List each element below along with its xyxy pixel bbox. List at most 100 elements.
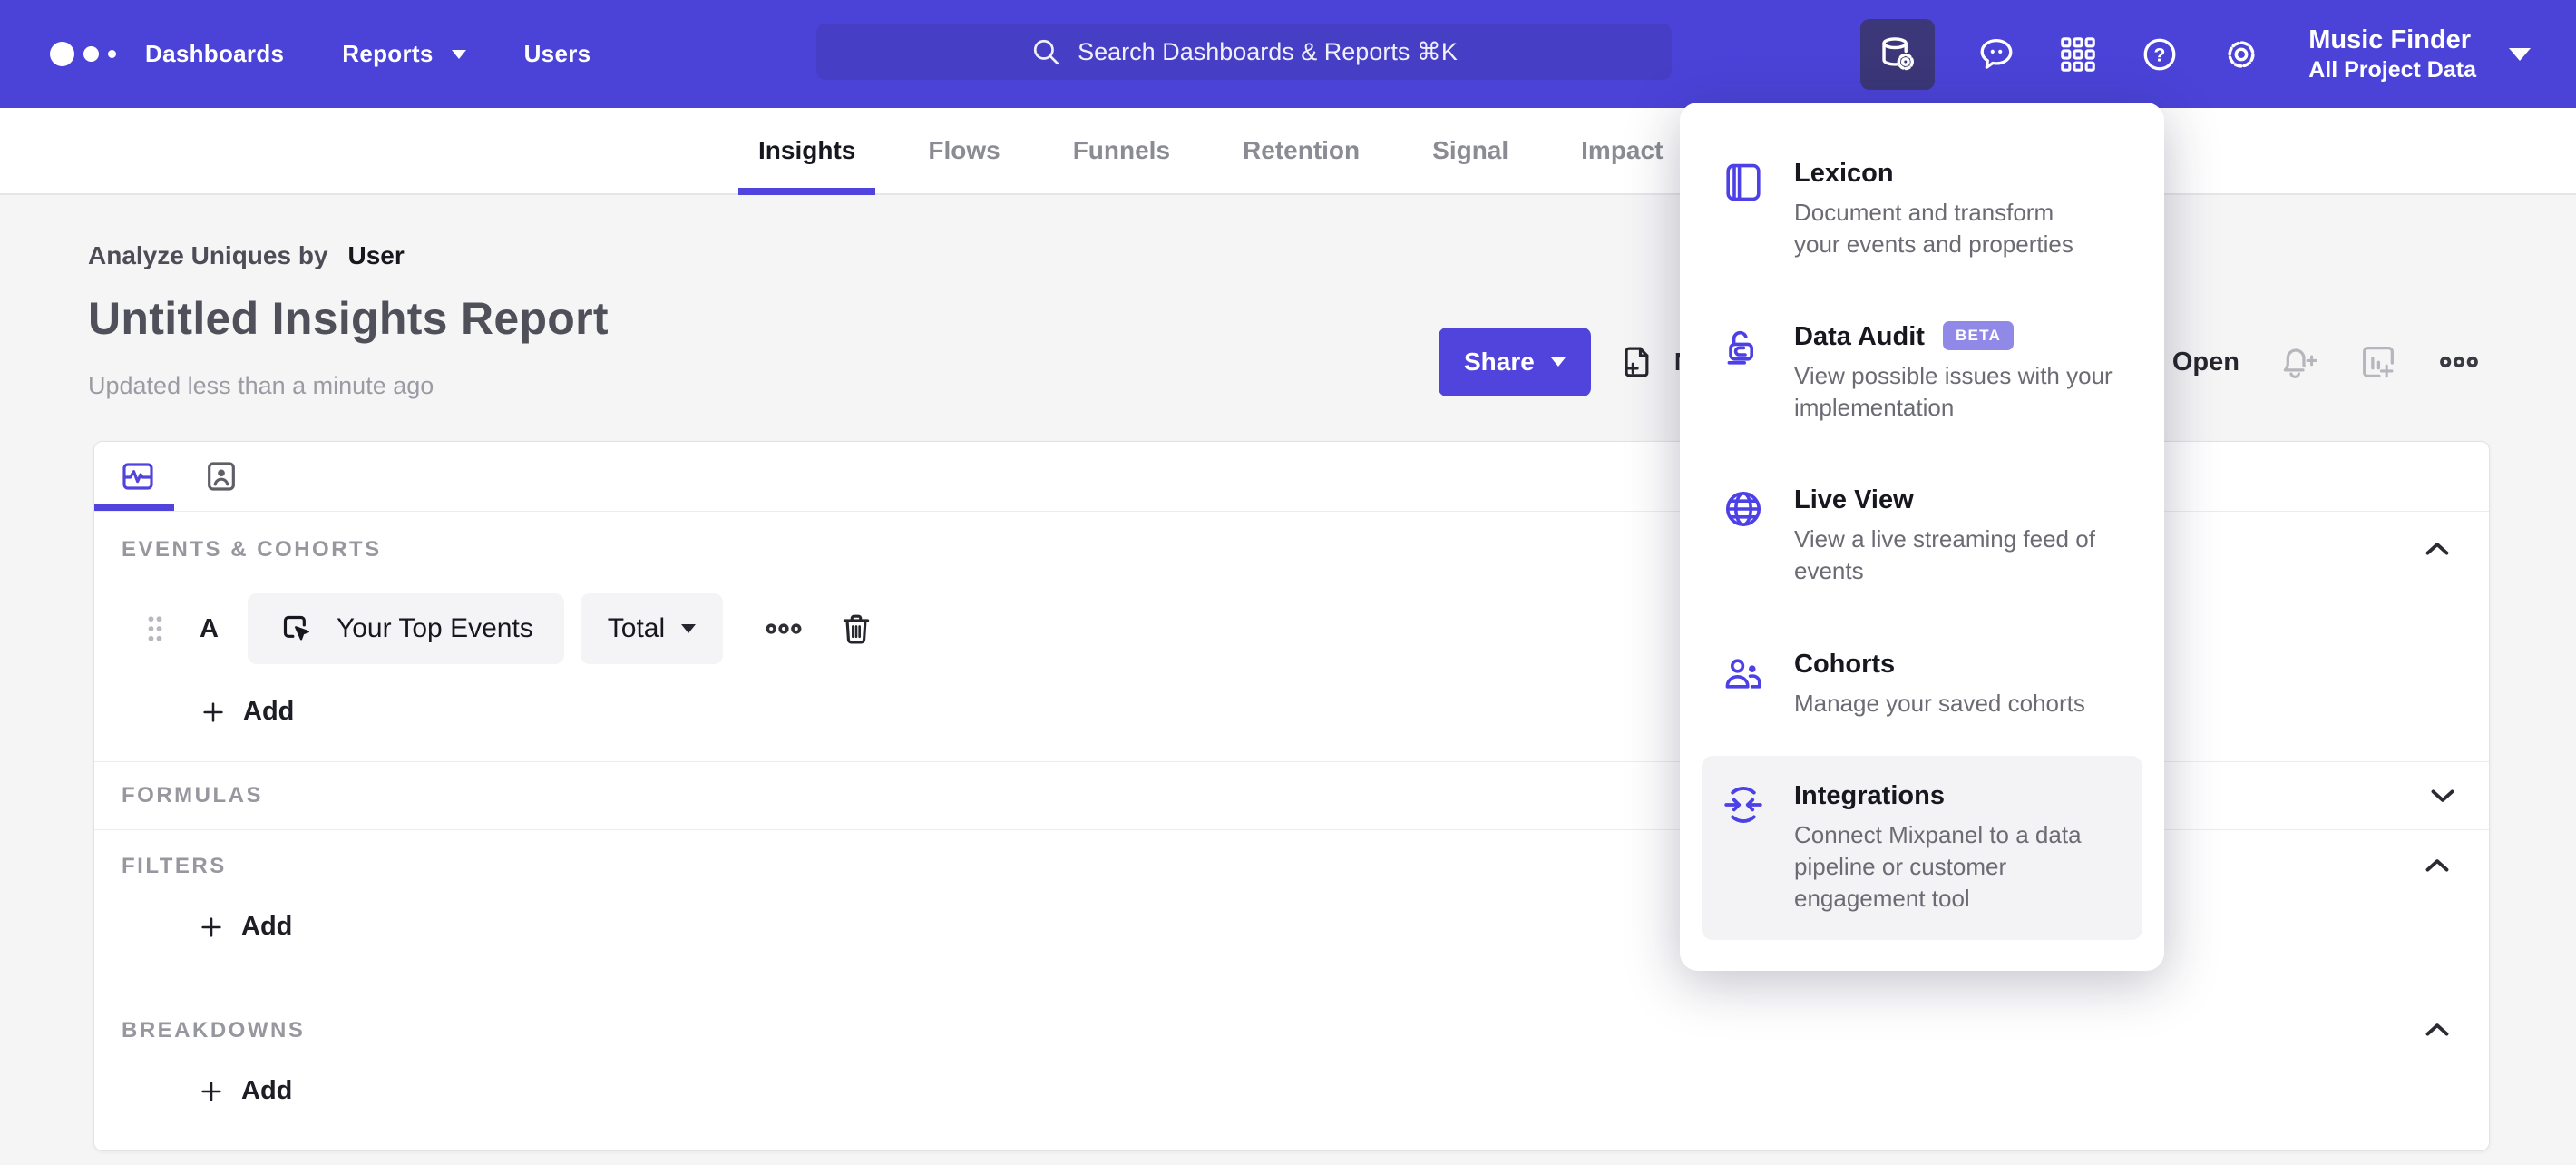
menu-item-lexicon[interactable]: Lexicon Document and transform your even… xyxy=(1702,133,2142,286)
updated-timestamp: Updated less than a minute ago xyxy=(88,372,434,399)
data-audit-lock-icon xyxy=(1722,322,1765,424)
analyze-by-line: Analyze Uniques by User xyxy=(88,241,405,270)
user-profile-icon xyxy=(208,462,235,491)
active-view-underline xyxy=(94,504,174,511)
tab-flows[interactable]: Flows xyxy=(928,108,1000,193)
primary-nav: Dashboards Reports Users xyxy=(145,0,590,108)
database-gear-icon xyxy=(1877,34,1918,75)
add-breakdown-button[interactable]: Add xyxy=(198,1076,292,1106)
plus-icon xyxy=(198,1078,225,1105)
alert-bell-plus-icon[interactable] xyxy=(2278,341,2319,383)
metric-caret-down-icon xyxy=(681,624,697,633)
filters-collapse-chevron-up-icon[interactable] xyxy=(2418,847,2456,885)
menu-item-title: Live View xyxy=(1794,485,1914,515)
project-switcher[interactable]: Music Finder All Project Data xyxy=(2308,24,2476,83)
top-navbar: Dashboards Reports Users Search Dashboar… xyxy=(0,0,2576,108)
insights-chart-icon xyxy=(122,463,153,490)
event-selector-pill[interactable]: Your Top Events xyxy=(247,593,564,664)
profiles-view-tab[interactable] xyxy=(203,458,239,494)
mixpanel-logo-icon[interactable] xyxy=(50,0,116,108)
menu-item-desc: Manage your saved cohorts xyxy=(1794,689,2085,717)
project-caret-down-icon[interactable] xyxy=(2509,47,2531,61)
add-filter-button[interactable]: Add xyxy=(198,912,292,942)
add-to-board-icon[interactable] xyxy=(2357,341,2399,383)
menu-item-title: Lexicon xyxy=(1794,159,1894,188)
beta-badge: BETA xyxy=(1942,320,2015,350)
navbar-right-cluster: ? Music Finder All Project Data xyxy=(1860,0,2531,108)
menu-item-data-audit[interactable]: Data Audit BETA View possible issues wit… xyxy=(1702,297,2142,449)
nav-reports-label: Reports xyxy=(342,40,434,67)
tab-retention[interactable]: Retention xyxy=(1243,108,1360,193)
menu-item-text: Lexicon Document and transform your even… xyxy=(1794,159,2073,260)
share-button[interactable]: Share xyxy=(1439,328,1591,396)
share-label: Share xyxy=(1464,348,1535,376)
caret-down-icon xyxy=(451,49,466,59)
menu-item-desc: View possible issues with your implement… xyxy=(1794,362,2113,422)
menu-item-text: Data Audit BETA View possible issues wit… xyxy=(1794,320,2113,424)
data-management-button[interactable] xyxy=(1860,18,1936,90)
menu-item-live-view[interactable]: Live View View a live streaming feed of … xyxy=(1702,460,2142,612)
report-type-tabbar: Insights Flows Funnels Retention Signal … xyxy=(0,108,2576,195)
share-caret-down-icon xyxy=(1550,357,1566,367)
report-tabs: Insights Flows Funnels Retention Signal … xyxy=(737,108,1663,195)
metric-label: Total xyxy=(607,613,666,643)
menu-item-cohorts[interactable]: Cohorts Manage your saved cohorts xyxy=(1702,624,2142,745)
menu-item-desc: Document and transform your events and p… xyxy=(1794,199,2073,259)
menu-item-text: Live View View a live streaming feed of … xyxy=(1794,485,2095,587)
breakdowns-collapse-chevron-up-icon[interactable] xyxy=(2418,1011,2456,1049)
apps-grid-icon[interactable] xyxy=(2058,34,2098,74)
add-filter-label: Add xyxy=(241,912,293,941)
logo-dot-1 xyxy=(50,42,74,66)
nav-reports[interactable]: Reports xyxy=(342,40,466,68)
nav-users[interactable]: Users xyxy=(524,40,591,68)
analyze-label: Analyze Uniques by xyxy=(88,241,328,269)
plus-icon xyxy=(198,914,225,941)
event-select-icon xyxy=(278,611,315,647)
more-options-icon[interactable] xyxy=(2437,340,2481,384)
tab-signal[interactable]: Signal xyxy=(1432,108,1508,193)
metric-selector-pill[interactable]: Total xyxy=(580,593,724,664)
menu-item-text: Integrations Connect Mixpanel to a data … xyxy=(1794,781,2082,915)
open-label: Open xyxy=(2171,347,2239,377)
feedback-bubble-icon[interactable] xyxy=(1976,34,2016,74)
menu-item-desc: View a live streaming feed of events xyxy=(1794,525,2095,585)
events-view-tab[interactable] xyxy=(120,458,156,494)
delete-row-trash-icon[interactable] xyxy=(837,610,875,648)
tab-funnels[interactable]: Funnels xyxy=(1073,108,1170,193)
menu-item-integrations[interactable]: Integrations Connect Mixpanel to a data … xyxy=(1702,755,2142,940)
row-overflow-icon[interactable] xyxy=(763,608,805,650)
events-collapse-chevron-up-icon[interactable] xyxy=(2418,530,2456,568)
global-search-input[interactable]: Search Dashboards & Reports ⌘K xyxy=(816,24,1672,80)
report-title[interactable]: Untitled Insights Report xyxy=(88,292,609,345)
add-breakdown-label: Add xyxy=(241,1076,293,1105)
event-name: Your Top Events xyxy=(336,613,533,643)
new-report-icon xyxy=(1618,343,1656,381)
breakdowns-label: BREAKDOWNS xyxy=(122,1018,306,1043)
help-icon[interactable]: ? xyxy=(2140,34,2180,74)
settings-gear-icon[interactable] xyxy=(2221,34,2261,74)
menu-item-title: Cohorts xyxy=(1794,649,1896,679)
search-placeholder: Search Dashboards & Reports ⌘K xyxy=(1078,37,1458,65)
integrations-sync-icon xyxy=(1722,781,1765,915)
add-event-label: Add xyxy=(243,697,295,726)
breakdowns-section: BREAKDOWNS Add xyxy=(94,994,2489,1150)
add-event-button[interactable]: Add xyxy=(200,697,294,727)
nav-dashboards[interactable]: Dashboards xyxy=(145,40,284,68)
data-management-menu: Lexicon Document and transform your even… xyxy=(1680,103,2164,971)
menu-item-title: Integrations xyxy=(1794,780,1945,810)
tab-insights[interactable]: Insights xyxy=(737,108,876,195)
svg-text:?: ? xyxy=(2154,44,2166,65)
drag-handle-icon[interactable] xyxy=(145,612,165,645)
plus-icon xyxy=(200,699,227,726)
lexicon-book-icon xyxy=(1722,159,1765,260)
formulas-label: FORMULAS xyxy=(122,783,263,808)
logo-dot-3 xyxy=(108,50,116,58)
cohorts-people-icon xyxy=(1722,650,1765,720)
analyze-entity-selector[interactable]: User xyxy=(348,241,405,270)
menu-item-title: Data Audit xyxy=(1794,322,1925,352)
tab-impact[interactable]: Impact xyxy=(1581,108,1663,193)
logo-dot-2 xyxy=(83,46,99,62)
formulas-expand-chevron-down-icon[interactable] xyxy=(2424,777,2462,815)
search-icon xyxy=(1030,36,1061,67)
menu-item-desc: Connect Mixpanel to a data pipeline or c… xyxy=(1794,820,2082,912)
